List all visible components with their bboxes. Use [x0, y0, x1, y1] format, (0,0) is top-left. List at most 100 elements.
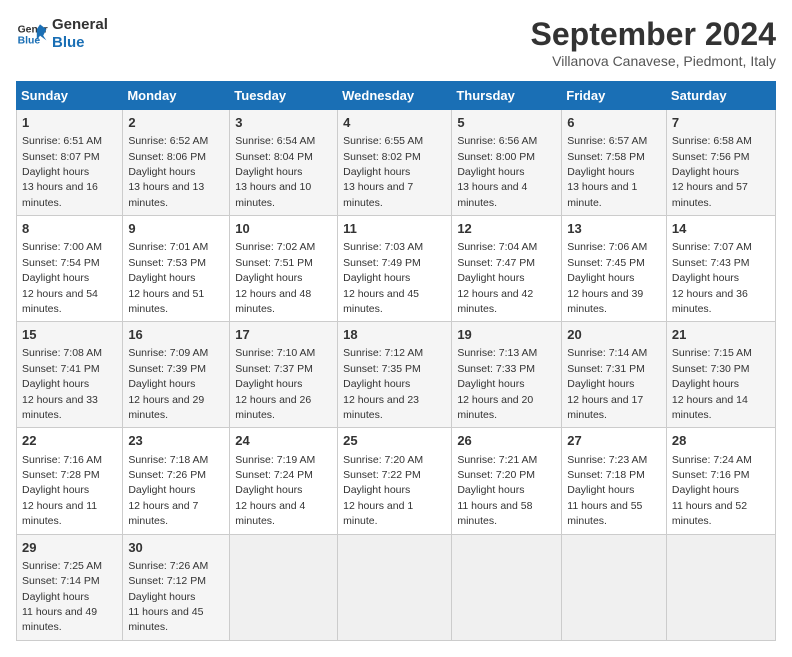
day-info: Sunrise: 7:01 AMSunset: 7:53 PMDaylight …: [128, 241, 208, 315]
day-info: Sunrise: 6:54 AMSunset: 8:04 PMDaylight …: [235, 135, 315, 209]
day-number: 22: [22, 432, 117, 450]
calendar-cell: 20 Sunrise: 7:14 AMSunset: 7:31 PMDaylig…: [562, 322, 667, 428]
calendar-cell: 12 Sunrise: 7:04 AMSunset: 7:47 PMDaylig…: [452, 216, 562, 322]
month-title: September 2024: [531, 16, 776, 53]
day-info: Sunrise: 7:09 AMSunset: 7:39 PMDaylight …: [128, 347, 208, 421]
day-info: Sunrise: 7:07 AMSunset: 7:43 PMDaylight …: [672, 241, 752, 315]
col-saturday: Saturday: [666, 82, 775, 110]
logo-blue: Blue: [52, 34, 108, 52]
day-number: 18: [343, 326, 446, 344]
calendar-cell: 5 Sunrise: 6:56 AMSunset: 8:00 PMDayligh…: [452, 110, 562, 216]
location-subtitle: Villanova Canavese, Piedmont, Italy: [531, 53, 776, 69]
day-info: Sunrise: 7:02 AMSunset: 7:51 PMDaylight …: [235, 241, 315, 315]
calendar-cell: 13 Sunrise: 7:06 AMSunset: 7:45 PMDaylig…: [562, 216, 667, 322]
calendar-cell: 25 Sunrise: 7:20 AMSunset: 7:22 PMDaylig…: [338, 428, 452, 534]
calendar-cell: 9 Sunrise: 7:01 AMSunset: 7:53 PMDayligh…: [123, 216, 230, 322]
table-row: 15 Sunrise: 7:08 AMSunset: 7:41 PMDaylig…: [17, 322, 776, 428]
day-info: Sunrise: 7:24 AMSunset: 7:16 PMDaylight …: [672, 454, 752, 528]
day-info: Sunrise: 6:52 AMSunset: 8:06 PMDaylight …: [128, 135, 208, 209]
day-number: 4: [343, 114, 446, 132]
calendar-cell: 27 Sunrise: 7:23 AMSunset: 7:18 PMDaylig…: [562, 428, 667, 534]
calendar-cell: 1 Sunrise: 6:51 AMSunset: 8:07 PMDayligh…: [17, 110, 123, 216]
calendar-cell: 17 Sunrise: 7:10 AMSunset: 7:37 PMDaylig…: [230, 322, 338, 428]
day-number: 8: [22, 220, 117, 238]
logo-general: General: [52, 16, 108, 34]
day-number: 15: [22, 326, 117, 344]
day-info: Sunrise: 7:16 AMSunset: 7:28 PMDaylight …: [22, 454, 102, 528]
header-row: Sunday Monday Tuesday Wednesday Thursday…: [17, 82, 776, 110]
col-monday: Monday: [123, 82, 230, 110]
calendar-cell: 23 Sunrise: 7:18 AMSunset: 7:26 PMDaylig…: [123, 428, 230, 534]
calendar-cell: 28 Sunrise: 7:24 AMSunset: 7:16 PMDaylig…: [666, 428, 775, 534]
day-info: Sunrise: 7:06 AMSunset: 7:45 PMDaylight …: [567, 241, 647, 315]
day-number: 14: [672, 220, 770, 238]
day-number: 19: [457, 326, 556, 344]
day-info: Sunrise: 6:55 AMSunset: 8:02 PMDaylight …: [343, 135, 423, 209]
day-info: Sunrise: 6:57 AMSunset: 7:58 PMDaylight …: [567, 135, 647, 209]
calendar-cell: 19 Sunrise: 7:13 AMSunset: 7:33 PMDaylig…: [452, 322, 562, 428]
day-info: Sunrise: 7:14 AMSunset: 7:31 PMDaylight …: [567, 347, 647, 421]
day-info: Sunrise: 7:13 AMSunset: 7:33 PMDaylight …: [457, 347, 537, 421]
day-info: Sunrise: 7:21 AMSunset: 7:20 PMDaylight …: [457, 454, 537, 528]
calendar-table: Sunday Monday Tuesday Wednesday Thursday…: [16, 81, 776, 641]
day-info: Sunrise: 7:00 AMSunset: 7:54 PMDaylight …: [22, 241, 102, 315]
day-number: 16: [128, 326, 224, 344]
day-number: 13: [567, 220, 661, 238]
calendar-cell: [230, 534, 338, 640]
day-info: Sunrise: 7:18 AMSunset: 7:26 PMDaylight …: [128, 454, 208, 528]
calendar-cell: 22 Sunrise: 7:16 AMSunset: 7:28 PMDaylig…: [17, 428, 123, 534]
day-number: 28: [672, 432, 770, 450]
calendar-cell: 3 Sunrise: 6:54 AMSunset: 8:04 PMDayligh…: [230, 110, 338, 216]
day-info: Sunrise: 6:58 AMSunset: 7:56 PMDaylight …: [672, 135, 752, 209]
day-info: Sunrise: 7:03 AMSunset: 7:49 PMDaylight …: [343, 241, 423, 315]
title-block: September 2024 Villanova Canavese, Piedm…: [531, 16, 776, 69]
day-number: 12: [457, 220, 556, 238]
day-number: 1: [22, 114, 117, 132]
table-row: 8 Sunrise: 7:00 AMSunset: 7:54 PMDayligh…: [17, 216, 776, 322]
calendar-cell: 24 Sunrise: 7:19 AMSunset: 7:24 PMDaylig…: [230, 428, 338, 534]
calendar-cell: [452, 534, 562, 640]
day-info: Sunrise: 7:20 AMSunset: 7:22 PMDaylight …: [343, 454, 423, 528]
calendar-cell: 6 Sunrise: 6:57 AMSunset: 7:58 PMDayligh…: [562, 110, 667, 216]
day-info: Sunrise: 7:04 AMSunset: 7:47 PMDaylight …: [457, 241, 537, 315]
table-row: 29 Sunrise: 7:25 AMSunset: 7:14 PMDaylig…: [17, 534, 776, 640]
day-number: 23: [128, 432, 224, 450]
day-info: Sunrise: 7:12 AMSunset: 7:35 PMDaylight …: [343, 347, 423, 421]
day-number: 11: [343, 220, 446, 238]
day-number: 26: [457, 432, 556, 450]
day-number: 3: [235, 114, 332, 132]
day-number: 2: [128, 114, 224, 132]
col-friday: Friday: [562, 82, 667, 110]
day-info: Sunrise: 7:10 AMSunset: 7:37 PMDaylight …: [235, 347, 315, 421]
day-number: 5: [457, 114, 556, 132]
day-number: 9: [128, 220, 224, 238]
calendar-cell: 15 Sunrise: 7:08 AMSunset: 7:41 PMDaylig…: [17, 322, 123, 428]
col-wednesday: Wednesday: [338, 82, 452, 110]
calendar-cell: [338, 534, 452, 640]
calendar-cell: [666, 534, 775, 640]
calendar-cell: 18 Sunrise: 7:12 AMSunset: 7:35 PMDaylig…: [338, 322, 452, 428]
calendar-cell: 16 Sunrise: 7:09 AMSunset: 7:39 PMDaylig…: [123, 322, 230, 428]
day-info: Sunrise: 7:25 AMSunset: 7:14 PMDaylight …: [22, 560, 102, 634]
col-thursday: Thursday: [452, 82, 562, 110]
calendar-cell: 26 Sunrise: 7:21 AMSunset: 7:20 PMDaylig…: [452, 428, 562, 534]
page-header: General Blue General Blue September 2024…: [16, 16, 776, 69]
calendar-cell: 21 Sunrise: 7:15 AMSunset: 7:30 PMDaylig…: [666, 322, 775, 428]
day-number: 10: [235, 220, 332, 238]
day-number: 24: [235, 432, 332, 450]
calendar-cell: 30 Sunrise: 7:26 AMSunset: 7:12 PMDaylig…: [123, 534, 230, 640]
table-row: 1 Sunrise: 6:51 AMSunset: 8:07 PMDayligh…: [17, 110, 776, 216]
table-row: 22 Sunrise: 7:16 AMSunset: 7:28 PMDaylig…: [17, 428, 776, 534]
day-number: 27: [567, 432, 661, 450]
day-number: 7: [672, 114, 770, 132]
day-number: 20: [567, 326, 661, 344]
day-info: Sunrise: 6:51 AMSunset: 8:07 PMDaylight …: [22, 135, 102, 209]
col-sunday: Sunday: [17, 82, 123, 110]
day-info: Sunrise: 7:19 AMSunset: 7:24 PMDaylight …: [235, 454, 315, 528]
day-number: 21: [672, 326, 770, 344]
calendar-cell: 7 Sunrise: 6:58 AMSunset: 7:56 PMDayligh…: [666, 110, 775, 216]
day-info: Sunrise: 6:56 AMSunset: 8:00 PMDaylight …: [457, 135, 537, 209]
calendar-cell: 2 Sunrise: 6:52 AMSunset: 8:06 PMDayligh…: [123, 110, 230, 216]
day-number: 29: [22, 539, 117, 557]
day-number: 6: [567, 114, 661, 132]
